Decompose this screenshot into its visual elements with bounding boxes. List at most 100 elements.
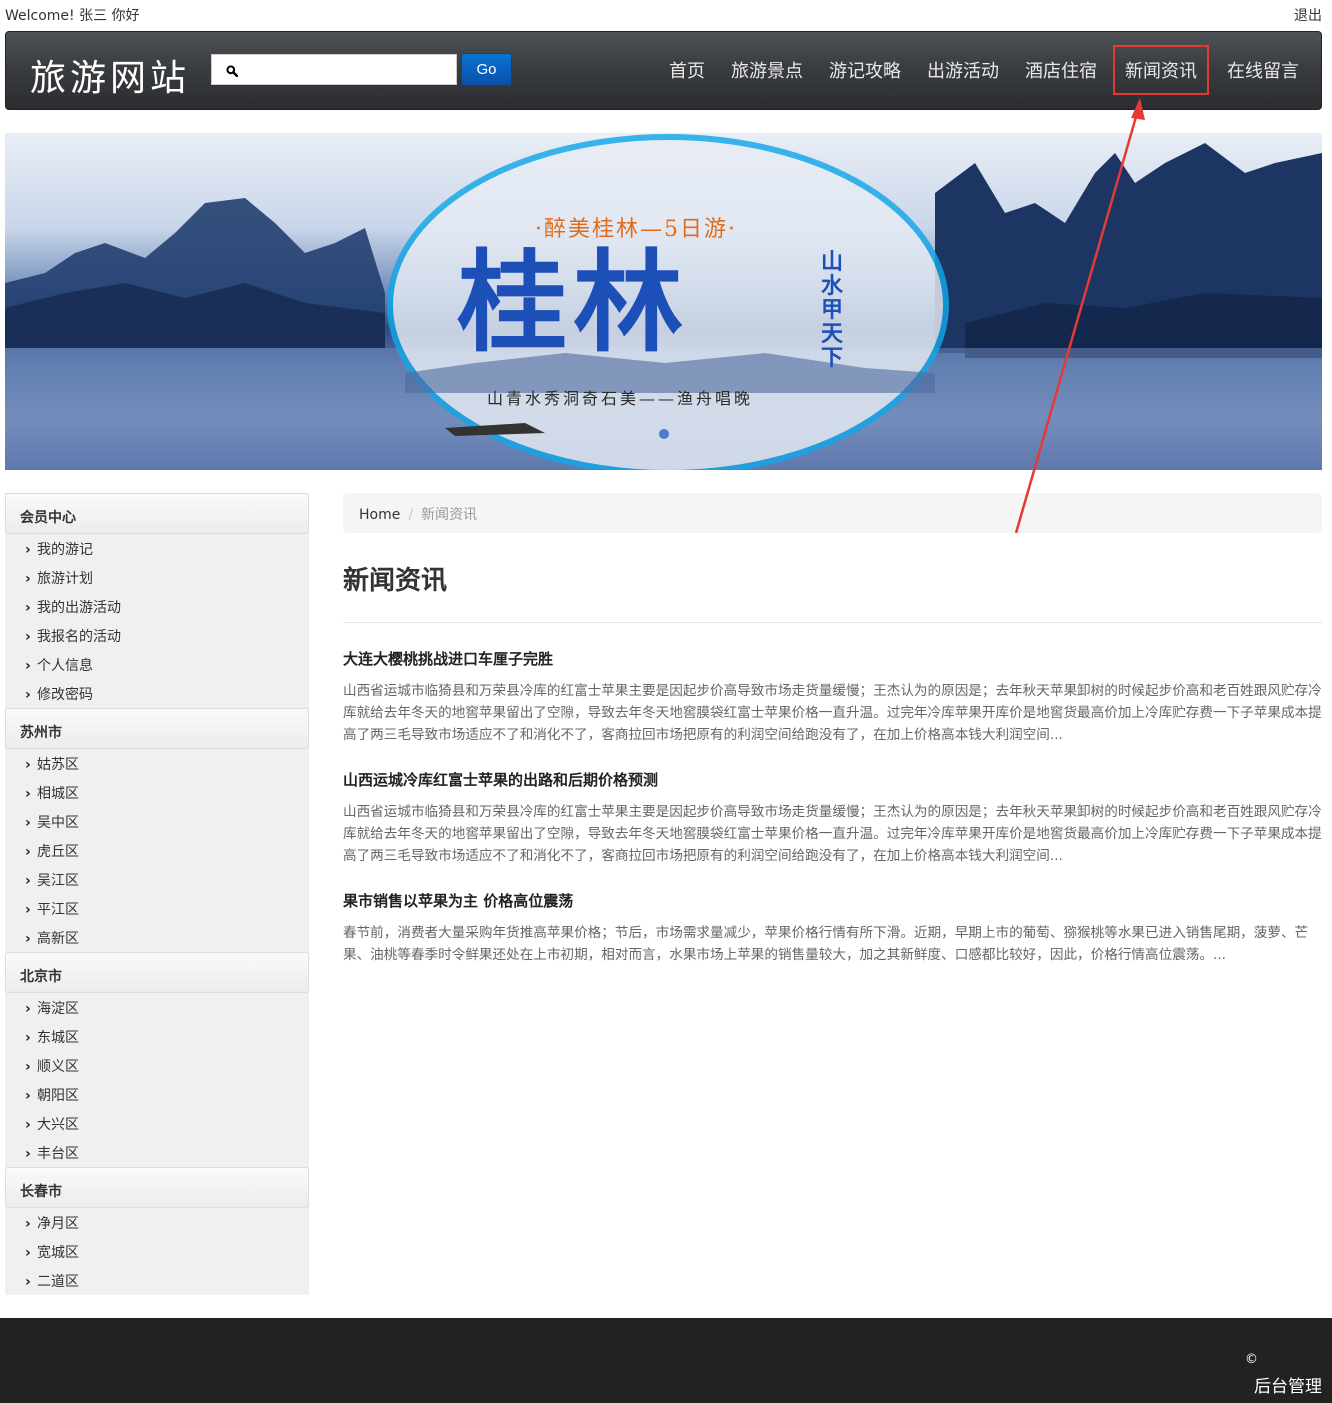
sidebar-item[interactable]: › 净月区: [5, 1208, 309, 1237]
logout-link[interactable]: 退出: [1294, 5, 1322, 25]
sidebar-group-changchun: 长春市: [5, 1167, 309, 1208]
sidebar-group-suzhou: 苏州市: [5, 708, 309, 749]
news-item: 大连大樱桃挑战进口车厘子完胜 山西省运城市临猗县和万荣县冷库的红富士苹果主要是因…: [343, 648, 1322, 746]
sidebar-item[interactable]: › 修改密码: [5, 679, 309, 708]
sidebar-item-label: 我报名的活动: [37, 629, 121, 645]
sidebar-item[interactable]: › 高新区: [5, 923, 309, 952]
news-title-link[interactable]: 果市销售以苹果为主 价格高位震荡: [343, 890, 1322, 912]
chevron-right-icon: ›: [25, 658, 31, 674]
welcome-text: Welcome! 张三 你好: [5, 8, 140, 24]
nav-menu: 首页 旅游景点 游记攻略 出游活动 酒店住宿 新闻资讯 在线留言: [645, 44, 1301, 96]
banner-slogan: 山青水秀洞奇石美——渔舟唱晚: [487, 389, 754, 408]
nav-item-messages[interactable]: 在线留言: [1225, 51, 1301, 89]
chevron-right-icon: ›: [25, 1146, 31, 1162]
news-title-link[interactable]: 山西运城冷库红富士苹果的出路和后期价格预测: [343, 769, 1322, 791]
sidebar-item-label: 相城区: [37, 786, 79, 802]
nav-item-activities[interactable]: 出游活动: [925, 51, 1001, 89]
copyright-symbol: ©: [1245, 1352, 1258, 1367]
chevron-right-icon: ›: [25, 1117, 31, 1133]
sidebar-item[interactable]: › 平江区: [5, 894, 309, 923]
nav-item-travel-notes[interactable]: 游记攻略: [827, 51, 903, 89]
sidebar-item[interactable]: › 宽城区: [5, 1237, 309, 1266]
sidebar-item-label: 吴中区: [37, 815, 79, 831]
sidebar-item[interactable]: › 朝阳区: [5, 1080, 309, 1109]
sidebar-item-label: 吴江区: [37, 873, 79, 889]
hero-banner: ·醉美桂林—5日游· 桂林 山水甲天下 山青水秀洞奇石美——渔舟唱晚: [5, 133, 1322, 470]
chevron-right-icon: ›: [25, 687, 31, 703]
chevron-right-icon: ›: [25, 815, 31, 831]
breadcrumb-current: 新闻资讯: [421, 507, 478, 523]
sidebar-item[interactable]: › 吴江区: [5, 865, 309, 894]
news-summary: 山西省运城市临猗县和万荣县冷库的红富士苹果主要是因起步价高导致市场走货量缓慢；王…: [343, 683, 1322, 743]
nav-item-attractions[interactable]: 旅游景点: [729, 51, 805, 89]
chevron-right-icon: ›: [25, 1245, 31, 1261]
sidebar-item-label: 东城区: [37, 1030, 79, 1046]
chevron-right-icon: ›: [25, 571, 31, 587]
news-item: 山西运城冷库红富士苹果的出路和后期价格预测 山西省运城市临猗县和万荣县冷库的红富…: [343, 769, 1322, 867]
admin-link[interactable]: 后台管理: [1254, 1372, 1322, 1397]
nav-item-hotels[interactable]: 酒店住宿: [1023, 51, 1099, 89]
sidebar-item-label: 丰台区: [37, 1146, 79, 1162]
sidebar-item[interactable]: › 二道区: [5, 1266, 309, 1295]
sidebar-item[interactable]: › 我的出游活动: [5, 592, 309, 621]
nav-item-home[interactable]: 首页: [667, 51, 707, 89]
sidebar-item-label: 净月区: [37, 1216, 79, 1232]
sidebar-item-label: 朝阳区: [37, 1088, 79, 1104]
page-title: 新闻资讯: [343, 566, 448, 596]
sidebar-item-label: 二道区: [37, 1274, 79, 1290]
chevron-right-icon: ›: [25, 786, 31, 802]
sidebar: 会员中心 › 我的游记 › 旅游计划 › 我的出游活动 › 我报名的活动 › 个人信息 ›…: [5, 493, 309, 1295]
banner-title: 桂林: [457, 239, 689, 367]
sidebar-item[interactable]: › 姑苏区: [5, 749, 309, 778]
sidebar-item-label: 个人信息: [37, 658, 93, 674]
footer: © 后台管理: [0, 1318, 1332, 1403]
news-summary: 山西省运城市临猗县和万荣县冷库的红富士苹果主要是因起步价高导致市场走货量缓慢；王…: [343, 804, 1322, 864]
sidebar-item-label: 姑苏区: [37, 757, 79, 773]
sidebar-item-label: 修改密码: [37, 687, 93, 703]
sidebar-item-label: 我的出游活动: [37, 600, 121, 616]
sidebar-item-label: 高新区: [37, 931, 79, 947]
carousel-indicator[interactable]: [659, 429, 669, 439]
site-brand[interactable]: 旅游网站: [30, 49, 190, 101]
sidebar-item[interactable]: › 顺义区: [5, 1051, 309, 1080]
main-navbar: 旅游网站 Go 首页 旅游景点 游记攻略 出游活动 酒店住宿 新闻资讯 在线留言: [5, 31, 1322, 110]
sidebar-item[interactable]: › 吴中区: [5, 807, 309, 836]
chevron-right-icon: ›: [25, 1059, 31, 1075]
sidebar-item[interactable]: › 海淀区: [5, 993, 309, 1022]
sidebar-item-label: 我的游记: [37, 542, 93, 558]
breadcrumb-separator: /: [408, 507, 414, 523]
chevron-right-icon: ›: [25, 1088, 31, 1104]
news-list: 大连大樱桃挑战进口车厘子完胜 山西省运城市临猗县和万荣县冷库的红富士苹果主要是因…: [343, 648, 1322, 989]
chevron-right-icon: ›: [25, 757, 31, 773]
sidebar-item[interactable]: › 虎丘区: [5, 836, 309, 865]
banner-vertical-text: 山水甲天下: [820, 250, 843, 371]
sidebar-item[interactable]: › 我的游记: [5, 534, 309, 563]
chevron-right-icon: ›: [25, 542, 31, 558]
news-title-link[interactable]: 大连大樱桃挑战进口车厘子完胜: [343, 648, 1322, 670]
sidebar-group-member: 会员中心: [5, 493, 309, 534]
sidebar-item[interactable]: › 我报名的活动: [5, 621, 309, 650]
sidebar-item[interactable]: › 旅游计划: [5, 563, 309, 592]
sidebar-item[interactable]: › 个人信息: [5, 650, 309, 679]
nav-item-news[interactable]: 新闻资讯: [1113, 45, 1209, 95]
chevron-right-icon: ›: [25, 902, 31, 918]
search-go-button[interactable]: Go: [461, 53, 512, 86]
chevron-right-icon: ›: [25, 1001, 31, 1017]
sidebar-item-label: 海淀区: [37, 1001, 79, 1017]
top-bar: Welcome! 张三 你好 退出: [0, 0, 1332, 30]
breadcrumb-home-link[interactable]: Home: [359, 507, 400, 523]
sidebar-item[interactable]: › 相城区: [5, 778, 309, 807]
sidebar-group-beijing: 北京市: [5, 952, 309, 993]
chevron-right-icon: ›: [25, 600, 31, 616]
sidebar-item[interactable]: › 东城区: [5, 1022, 309, 1051]
news-item: 果市销售以苹果为主 价格高位震荡 春节前，消费者大量采购年货推高苹果价格；节后，…: [343, 890, 1322, 966]
sidebar-item[interactable]: › 大兴区: [5, 1109, 309, 1138]
search-input[interactable]: [246, 58, 451, 82]
chevron-right-icon: ›: [25, 931, 31, 947]
news-summary: 春节前，消费者大量采购年货推高苹果价格；节后，市场需求量减少，苹果价格行情有所下…: [343, 925, 1309, 963]
chevron-right-icon: ›: [25, 1216, 31, 1232]
search-box: [211, 54, 457, 85]
sidebar-item-label: 宽城区: [37, 1245, 79, 1261]
sidebar-item[interactable]: › 丰台区: [5, 1138, 309, 1167]
chevron-right-icon: ›: [25, 629, 31, 645]
